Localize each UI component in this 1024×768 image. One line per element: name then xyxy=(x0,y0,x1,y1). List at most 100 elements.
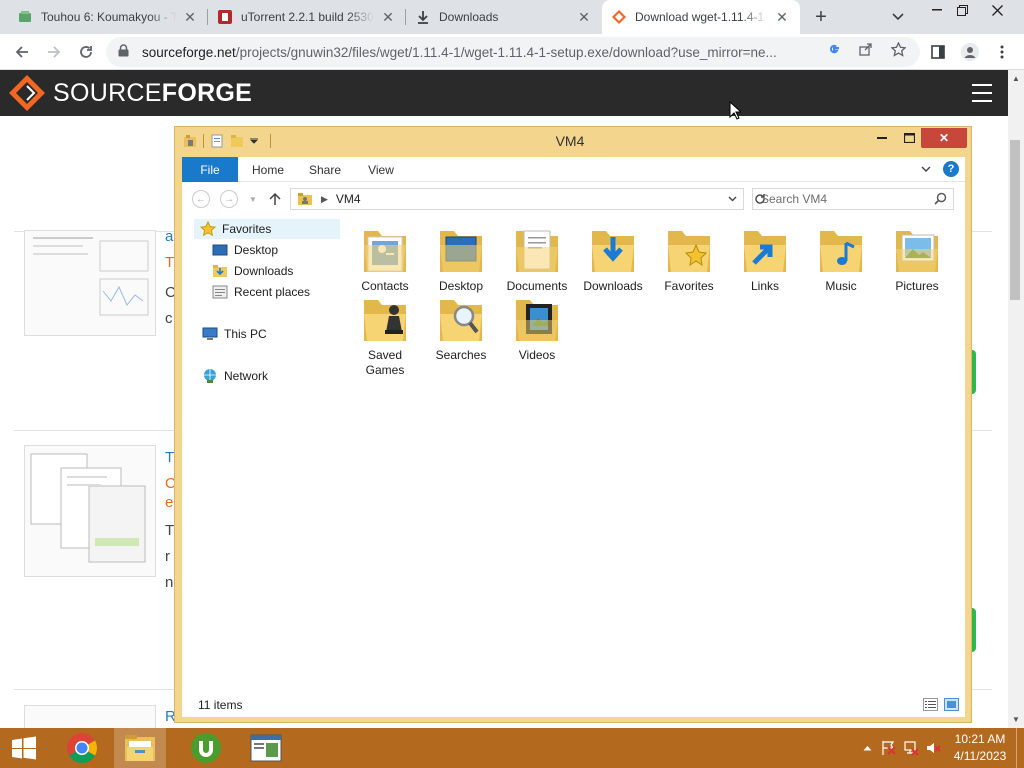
close-window-icon[interactable] xyxy=(980,0,1014,20)
show-desktop-button[interactable] xyxy=(1016,728,1024,768)
close-icon[interactable]: ✕ xyxy=(380,9,396,25)
maximize-icon[interactable] xyxy=(900,128,918,148)
browser-tab-touhou[interactable]: Touhou 6: Koumakyou - T ✕ xyxy=(8,0,208,34)
recent-locations-chevron-icon[interactable]: ▼ xyxy=(244,190,262,208)
downloads-folder-icon xyxy=(592,231,634,272)
search-input[interactable]: Search VM4 xyxy=(752,188,954,210)
share-icon[interactable] xyxy=(858,41,874,57)
explorer-body: File Home Share View ? ← → ▼ ▶ VM4 Searc… xyxy=(182,157,965,717)
new-tab-button[interactable]: + xyxy=(809,5,833,29)
project-title-fragment[interactable]: a xyxy=(165,228,173,245)
restore-window-icon[interactable] xyxy=(945,0,979,20)
tab-home[interactable]: Home xyxy=(244,157,292,182)
start-button[interactable] xyxy=(0,728,48,768)
folder-label: Videos xyxy=(518,348,556,362)
close-icon[interactable]: ✕ xyxy=(182,9,198,25)
nav-downloads[interactable]: Downloads xyxy=(212,261,293,281)
browser-tab-downloads[interactable]: Downloads ✕ xyxy=(406,0,602,34)
side-panel-icon[interactable] xyxy=(926,40,950,64)
folder-item[interactable]: Searches xyxy=(423,292,499,363)
sourceforge-logo-icon xyxy=(9,75,45,111)
up-arrow-icon[interactable] xyxy=(266,190,284,208)
folder-item[interactable]: Contacts xyxy=(347,223,423,294)
minimize-icon[interactable] xyxy=(873,128,891,148)
search-icon[interactable] xyxy=(934,192,947,208)
google-translate-icon[interactable] xyxy=(826,41,842,57)
pictures-folder-icon xyxy=(896,231,938,272)
breadcrumb-chevron-icon[interactable]: ▶ xyxy=(321,194,328,205)
browser-tab-sourceforge[interactable]: Download wget-1.11.4-1 ✕ xyxy=(602,0,800,34)
utorrent-taskbar-icon[interactable] xyxy=(180,728,232,768)
tab-file[interactable]: File xyxy=(182,157,238,182)
project-title-fragment[interactable]: T xyxy=(165,449,174,466)
system-clock[interactable]: 10:21 AM 4/11/2023 xyxy=(944,731,1016,765)
reload-icon[interactable] xyxy=(74,40,98,64)
folder-item[interactable]: Links xyxy=(727,223,803,294)
nav-this-pc[interactable]: This PC xyxy=(202,324,267,344)
nav-desktop[interactable]: Desktop xyxy=(212,240,278,260)
file-explorer-taskbar-icon[interactable] xyxy=(114,728,166,768)
file-explorer-window: VM4 ✕ File Home Share View ? ← → ▼ ▶ VM4… xyxy=(174,126,972,723)
browser-menu-icon[interactable] xyxy=(990,40,1014,64)
nav-label: Favorites xyxy=(222,222,272,236)
close-icon[interactable]: ✕ xyxy=(921,128,967,148)
utorrent-icon xyxy=(218,10,232,24)
project-screenshot-thumbnail[interactable] xyxy=(24,445,156,577)
address-history-dropdown-icon[interactable] xyxy=(721,189,743,209)
folder-item[interactable]: Documents xyxy=(499,223,575,294)
folder-item[interactable]: Pictures xyxy=(879,223,955,294)
sourceforge-logo[interactable]: SOURCEFORGE xyxy=(8,74,252,112)
details-view-icon[interactable] xyxy=(923,698,938,711)
sourceforge-logo-text: SOURCEFORGE xyxy=(53,79,252,108)
system-tray: 10:21 AM 4/11/2023 xyxy=(856,728,1024,768)
folder-item[interactable]: Music xyxy=(803,223,879,294)
network-status-icon[interactable] xyxy=(900,728,922,768)
folder-item[interactable]: Desktop xyxy=(423,223,499,294)
forward-arrow-icon[interactable]: → xyxy=(220,190,238,208)
chrome-icon xyxy=(67,733,98,763)
project-screenshot-thumbnail[interactable] xyxy=(24,230,156,336)
tab-share[interactable]: Share xyxy=(302,157,348,182)
back-arrow-icon[interactable] xyxy=(10,40,34,64)
nav-recent-places[interactable]: Recent places xyxy=(212,282,310,302)
folder-item[interactable]: Saved Games xyxy=(347,292,423,378)
star-icon xyxy=(200,221,216,237)
large-icons-view-icon[interactable] xyxy=(944,698,959,711)
browser-tab-utorrent[interactable]: uTorrent 2.2.1 build 2530 ✕ xyxy=(208,0,406,34)
lock-icon[interactable] xyxy=(118,44,130,60)
volume-muted-icon[interactable] xyxy=(922,728,944,768)
bookmark-star-icon[interactable] xyxy=(890,41,906,57)
scrollbar-thumb[interactable] xyxy=(1010,140,1020,300)
folder-item[interactable]: Favorites xyxy=(651,223,727,294)
utorrent-icon xyxy=(191,733,221,763)
url-bar[interactable]: sourceforge.net/projects/gnuwin32/files/… xyxy=(106,37,920,67)
tab-title: uTorrent 2.2.1 build 2530 xyxy=(241,10,374,24)
help-icon[interactable]: ? xyxy=(943,161,959,177)
chrome-taskbar-icon[interactable] xyxy=(56,728,108,768)
hamburger-menu-icon[interactable] xyxy=(972,84,992,102)
app-window-taskbar-icon[interactable] xyxy=(240,728,292,768)
tab-search-chevron-icon[interactable] xyxy=(886,7,910,27)
project-desc-fragment: n xyxy=(165,574,174,591)
profile-avatar-icon[interactable] xyxy=(958,40,982,64)
folder-item[interactable]: Downloads xyxy=(575,223,651,294)
page-scrollbar[interactable]: ▲ ▼ xyxy=(1008,70,1024,728)
scroll-down-arrow-icon[interactable]: ▼ xyxy=(1012,715,1020,724)
expand-ribbon-chevron-icon[interactable] xyxy=(921,166,931,173)
nav-favorites[interactable]: Favorites xyxy=(194,219,340,239)
address-bar[interactable]: ▶ VM4 xyxy=(290,188,765,210)
show-hidden-icons-chevron-icon[interactable] xyxy=(856,728,878,768)
folder-label: Searches xyxy=(435,348,487,362)
breadcrumb-vm4[interactable]: VM4 xyxy=(336,192,361,206)
back-arrow-icon[interactable]: ← xyxy=(192,190,210,208)
folder-item[interactable]: Videos xyxy=(499,292,575,363)
forward-arrow-icon[interactable] xyxy=(42,40,66,64)
close-icon[interactable]: ✕ xyxy=(774,9,790,25)
explorer-titlebar[interactable]: VM4 ✕ xyxy=(175,127,971,157)
nav-label: This PC xyxy=(224,327,267,341)
scroll-up-arrow-icon[interactable]: ▲ xyxy=(1012,74,1020,83)
nav-network[interactable]: Network xyxy=(202,366,268,386)
tab-view[interactable]: View xyxy=(358,157,404,182)
close-icon[interactable]: ✕ xyxy=(576,9,592,25)
action-center-flag-icon[interactable] xyxy=(878,728,900,768)
